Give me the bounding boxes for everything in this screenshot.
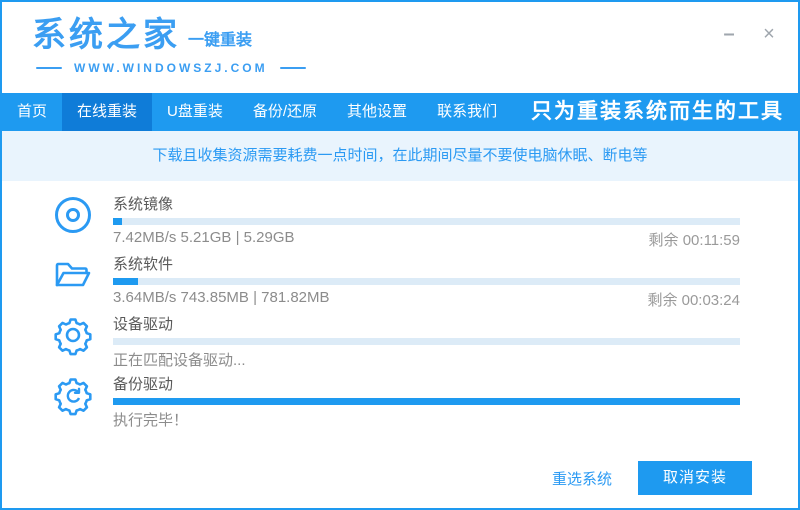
decorative-line-right [279,67,306,69]
brand-title: 系统之家 [32,16,180,54]
task-remaining: 剩余 00:03:24 [647,292,740,309]
tab-backup-restore[interactable]: 备份/还原 [238,93,332,131]
slogan-text: 只为重装系统而生的工具 [531,100,784,123]
gear-sync-icon [52,374,94,416]
task-remaining: 剩余 00:11:59 [648,232,740,249]
notice-banner: 下载且收集资源需要耗费一点时间，在此期间尽量不要使电脑休眠、断电等 [2,131,798,181]
header: 系统之家 一键重装 WWW.WINDOWSZJ.COM – × [2,2,798,93]
reselect-system-button[interactable]: 重选系统 [552,468,612,489]
task-detail: 7.42MB/s 5.21GB | 5.29GB [113,229,295,246]
close-icon[interactable]: × [758,24,780,44]
task-label: 系统软件 [113,256,174,273]
nav-bar: 首页 在线重装 U盘重装 备份/还原 其他设置 联系我们 只为重装系统而生的工具 [2,93,798,131]
task-label: 备份驱动 [113,376,174,393]
progress-bar [113,218,740,225]
task-detail: 正在匹配设备驱动... [113,352,246,369]
gear-icon [52,314,94,356]
task-detail: 执行完毕！ [113,412,189,429]
task-label: 系统镜像 [113,196,174,213]
brand-subtitle: 一键重装 [188,32,253,49]
logo: 系统之家 一键重装 WWW.WINDOWSZJ.COM [32,18,306,75]
tab-other-settings[interactable]: 其他设置 [332,93,422,131]
progress-fill [113,278,139,285]
progress-fill [113,398,740,405]
footer-actions: 重选系统 取消安装 [552,461,752,495]
folder-open-icon [52,254,94,296]
task-row-backup-driver: 备份驱动 执行完毕！ [52,373,740,433]
task-label: 设备驱动 [113,316,174,333]
decorative-line-left [36,67,62,69]
tab-usb-reinstall[interactable]: U盘重装 [152,93,238,131]
progress-bar [113,278,740,285]
website-text: WWW.WINDOWSZJ.COM [74,61,268,75]
task-detail: 3.64MB/s 743.85MB | 781.82MB [113,289,330,306]
tab-home[interactable]: 首页 [2,93,62,131]
app-window: 系统之家 一键重装 WWW.WINDOWSZJ.COM – × 首页 在线重装 … [0,0,800,510]
task-row-system-image: 系统镜像 7.42MB/s 5.21GB | 5.29GB 剩余 00:11:5… [52,193,740,253]
tab-online-reinstall[interactable]: 在线重装 [62,93,153,131]
cancel-install-button[interactable]: 取消安装 [637,461,752,495]
tab-contact-us[interactable]: 联系我们 [422,93,512,131]
progress-bar [113,338,740,345]
task-list: 系统镜像 7.42MB/s 5.21GB | 5.29GB 剩余 00:11:5… [2,181,798,508]
progress-fill [113,218,123,225]
window-controls: – × [718,24,780,44]
disc-icon [52,194,94,236]
task-row-system-software: 系统软件 3.64MB/s 743.85MB | 781.82MB 剩余 00:… [52,253,740,313]
progress-bar [113,398,740,405]
task-row-device-driver: 设备驱动 正在匹配设备驱动... [52,313,740,373]
minimize-icon[interactable]: – [718,24,740,44]
